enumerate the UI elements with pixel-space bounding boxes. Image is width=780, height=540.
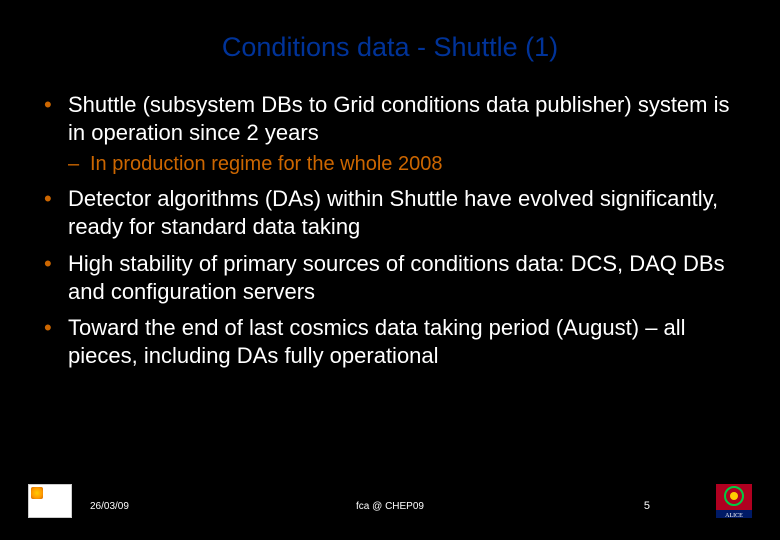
bullet-text: Toward the end of last cosmics data taki…	[68, 315, 686, 368]
footer: 26/03/09 fca @ CHEP09 5 ALICE	[0, 482, 780, 522]
alice-logo: ALICE	[710, 478, 758, 520]
bullet-text: High stability of primary sources of con…	[68, 251, 725, 304]
bullet-text: Detector algorithms (DAs) within Shuttle…	[68, 186, 718, 239]
footer-date: 26/03/09	[90, 501, 129, 512]
sub-bullet-text: In production regime for the whole 2008	[90, 153, 442, 175]
slide-title: Conditions data - Shuttle (1)	[38, 32, 742, 63]
bullet-item: High stability of primary sources of con…	[38, 250, 742, 306]
bullet-item: Shuttle (subsystem DBs to Grid condition…	[38, 91, 742, 177]
page-number: 5	[644, 500, 650, 512]
sub-bullet-list: In production regime for the whole 2008	[68, 151, 742, 177]
svg-text:ALICE: ALICE	[725, 513, 743, 519]
bullet-item: Toward the end of last cosmics data taki…	[38, 314, 742, 370]
bullet-item: Detector algorithms (DAs) within Shuttle…	[38, 185, 742, 241]
sub-bullet-item: In production regime for the whole 2008	[68, 151, 742, 177]
footer-center-text: fca @ CHEP09	[356, 501, 424, 512]
bullet-text: Shuttle (subsystem DBs to Grid condition…	[68, 92, 730, 145]
slide: Conditions data - Shuttle (1) Shuttle (s…	[0, 0, 780, 540]
cern-anniversary-logo	[28, 484, 72, 518]
bullet-list: Shuttle (subsystem DBs to Grid condition…	[38, 91, 742, 370]
